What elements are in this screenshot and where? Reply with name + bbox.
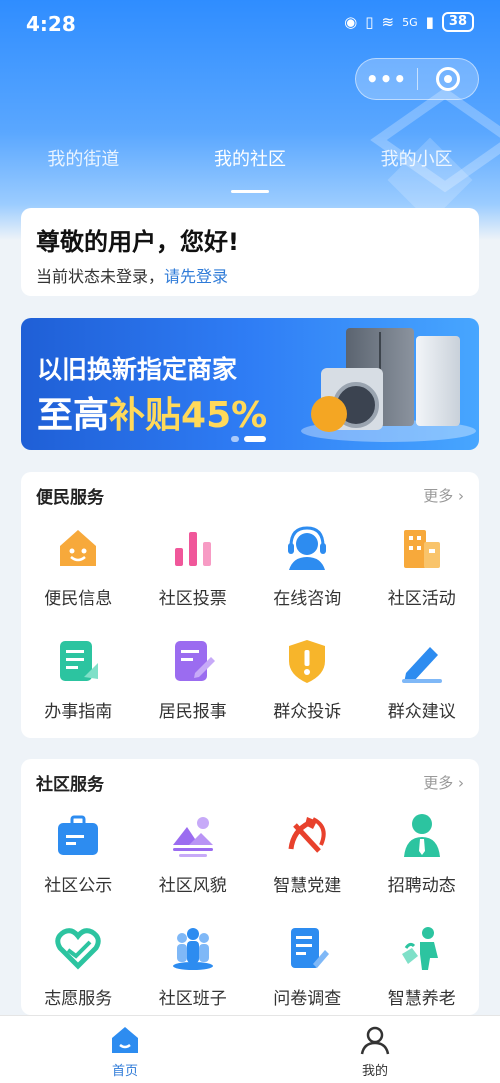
nav-mine-label: 我的 — [361, 1064, 388, 1079]
service-item[interactable]: 居民报事 — [136, 631, 251, 744]
status-bar: 4:28 ◉ ▯ ≋ 5G ▮ 38 — [0, 0, 500, 50]
section-title: 便民服务 — [36, 487, 104, 508]
mascot-image — [311, 396, 347, 432]
survey-icon — [283, 924, 331, 972]
vibrate-icon: ▯ — [365, 13, 374, 31]
banner-pagination — [231, 436, 266, 442]
battery-icon: 38 — [441, 12, 474, 32]
tab-community[interactable]: 我的社区 — [167, 140, 334, 196]
service-label: 智慧党建 — [273, 876, 342, 896]
banner-highlight: 补贴45% — [109, 395, 268, 436]
service-label: 社区活动 — [387, 589, 456, 609]
pagination-dot-active[interactable] — [244, 436, 266, 442]
service-label: 社区班子 — [158, 989, 227, 1009]
service-item[interactable]: 招聘动态 — [365, 805, 480, 918]
more-link[interactable]: 更多 › — [423, 772, 464, 793]
heart-hand-icon — [54, 924, 102, 972]
service-label: 招聘动态 — [387, 876, 456, 896]
briefcase-icon — [54, 811, 102, 859]
service-label: 问卷调查 — [273, 989, 342, 1009]
service-label: 群众投诉 — [273, 702, 342, 722]
building-icon — [398, 524, 446, 572]
pagination-dot[interactable] — [231, 436, 239, 442]
service-item[interactable]: 便民信息 — [21, 518, 136, 631]
service-item[interactable]: 社区风貌 — [136, 805, 251, 918]
service-label: 智慧养老 — [387, 989, 456, 1009]
elder-care-icon — [398, 924, 446, 972]
close-capsule-button[interactable] — [418, 67, 478, 91]
more-link[interactable]: 更多 › — [423, 485, 464, 506]
service-label: 在线咨询 — [273, 589, 342, 609]
wifi-icon: ≋ — [381, 13, 395, 31]
shield-alert-icon — [283, 637, 331, 685]
dots-icon[interactable]: ••• — [356, 67, 417, 91]
banner-line2: 至高补贴45% — [37, 386, 267, 438]
service-label: 社区公示 — [44, 876, 113, 896]
landscape-icon — [169, 811, 217, 859]
section-title: 社区服务 — [36, 774, 104, 795]
service-label: 社区投票 — [158, 589, 227, 609]
service-label: 群众建议 — [387, 702, 456, 722]
eye-icon: ◉ — [344, 13, 358, 31]
service-grid: 社区公示 社区风貌 智慧党建 招聘动态 志愿服务 社区班子 问卷调查 智慧养老 — [21, 805, 479, 1031]
banner-line1: 以旧换新指定商家 — [37, 355, 238, 384]
bottom-nav: 首页 我的 — [0, 1015, 500, 1083]
nav-mine[interactable]: 我的 — [250, 1016, 500, 1083]
service-item[interactable]: 在线咨询 — [250, 518, 365, 631]
nav-home[interactable]: 首页 — [0, 1016, 250, 1083]
tab-neighborhood[interactable]: 我的小区 — [333, 140, 500, 196]
service-item[interactable]: 社区活动 — [365, 518, 480, 631]
air-conditioner-image — [416, 336, 460, 426]
section-header: 社区服务 更多 › — [21, 759, 479, 805]
convenience-services-card: 便民服务 更多 › 便民信息 社区投票 在线咨询 社区活动 办事指南 居民报事 … — [21, 472, 479, 738]
group-icon — [169, 924, 217, 972]
service-item[interactable]: 群众投诉 — [250, 631, 365, 744]
service-item[interactable]: 智慧党建 — [250, 805, 365, 918]
signal-icon: ▮ — [425, 13, 434, 31]
service-label: 便民信息 — [44, 589, 113, 609]
pencil-icon — [398, 637, 446, 685]
banner-line2-prefix: 至高 — [37, 395, 110, 436]
service-item[interactable]: 群众建议 — [365, 631, 480, 744]
service-label: 社区风貌 — [158, 876, 227, 896]
welcome-card: 尊敬的用户，您好! 当前状态未登录，请先登录 — [21, 208, 479, 296]
status-time: 4:28 — [26, 12, 76, 36]
service-item[interactable]: 社区投票 — [136, 518, 251, 631]
section-header: 便民服务 更多 › — [21, 472, 479, 518]
target-icon — [435, 67, 460, 91]
login-status-text: 当前状态未登录， — [36, 267, 165, 286]
signal-label: 5G — [402, 15, 418, 29]
headset-icon — [283, 524, 331, 572]
house-smile-icon — [54, 524, 102, 572]
status-icons: ◉ ▯ ≋ 5G ▮ 38 — [344, 12, 474, 32]
report-edit-icon — [169, 637, 217, 685]
guide-doc-icon — [54, 637, 102, 685]
login-status: 当前状态未登录，请先登录 — [36, 263, 464, 287]
login-link[interactable]: 请先登录 — [164, 267, 228, 286]
service-grid: 便民信息 社区投票 在线咨询 社区活动 办事指南 居民报事 群众投诉 群众建议 — [21, 518, 479, 744]
service-item[interactable]: 社区公示 — [21, 805, 136, 918]
party-emblem-icon — [283, 811, 331, 859]
service-label: 志愿服务 — [44, 989, 113, 1009]
location-tabs: 我的街道 我的社区 我的小区 — [0, 140, 500, 196]
service-label: 居民报事 — [158, 702, 227, 722]
community-services-card: 社区服务 更多 › 社区公示 社区风貌 智慧党建 招聘动态 志愿服务 社区班子 … — [21, 759, 479, 1015]
person-tie-icon — [398, 811, 446, 859]
bar-chart-icon — [169, 524, 217, 572]
home-icon — [112, 1027, 138, 1053]
nav-home-label: 首页 — [111, 1064, 138, 1079]
user-icon — [360, 1026, 390, 1055]
service-label: 办事指南 — [44, 702, 113, 722]
greeting-title: 尊敬的用户，您好! — [36, 228, 239, 256]
tab-street[interactable]: 我的街道 — [0, 140, 167, 196]
service-item[interactable]: 办事指南 — [21, 631, 136, 744]
miniprogram-capsule: ••• — [355, 58, 479, 100]
promo-banner[interactable]: 以旧换新指定商家 至高补贴45% — [21, 318, 479, 450]
